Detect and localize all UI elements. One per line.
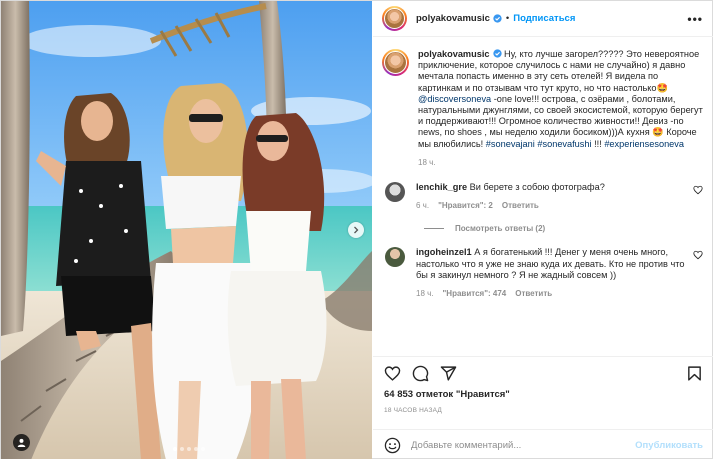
carousel-dot <box>187 447 191 451</box>
photo-image <box>1 1 372 459</box>
replies-divider <box>424 228 444 230</box>
heart-icon[interactable] <box>384 365 401 382</box>
comment-body: ingoheinzel1 А я богатенький !!! Денег у… <box>416 247 685 299</box>
likes-count[interactable]: 64 853 отметок "Нравится" <box>384 389 510 400</box>
reply-button[interactable]: Ответить <box>502 200 539 211</box>
post-header: polyakovamusic • Подписаться ••• <box>373 1 713 37</box>
publish-button[interactable]: Опубликовать <box>635 440 703 451</box>
comment-time[interactable]: 6 ч. <box>416 200 429 211</box>
comment-meta: 18 ч. "Нравится": 474 Ответить <box>416 288 685 299</box>
caption-mention-link[interactable]: @discoversoneva <box>418 94 491 104</box>
post-photo[interactable] <box>1 1 372 459</box>
avatar[interactable] <box>385 182 405 203</box>
verified-badge-icon <box>492 49 502 58</box>
add-comment-form: Опубликовать <box>373 429 713 459</box>
caption-avatar[interactable] <box>382 49 409 76</box>
comment-username[interactable]: lenchik_gre <box>416 182 467 192</box>
comment-text: Ви берете з собою фотографа? <box>467 182 605 193</box>
carousel-indicator <box>173 447 205 451</box>
emoji-icon[interactable] <box>384 437 401 454</box>
comment-time[interactable]: 18 ч. <box>416 288 434 299</box>
header-separator: • <box>505 13 510 24</box>
caption: polyakovamusic Ну, кто лучше загорел????… <box>382 49 703 168</box>
carousel-dot <box>180 447 184 451</box>
comment-input[interactable] <box>411 439 636 451</box>
verified-badge-icon <box>493 14 502 23</box>
more-options-icon[interactable]: ••• <box>687 12 703 26</box>
post-actions-bar <box>373 356 713 384</box>
avatar[interactable] <box>382 6 407 31</box>
chevron-right-icon <box>354 226 359 234</box>
hashtag-link[interactable]: #sonevafushi <box>537 139 591 149</box>
comments-list[interactable]: polyakovamusic Ну, кто лучше загорел????… <box>373 37 713 357</box>
post-side-panel: polyakovamusic • Подписаться ••• polyako… <box>373 1 713 459</box>
comment-body: lenchik_gre Ви берете з собою фотографа?… <box>416 182 685 211</box>
follow-button[interactable]: Подписаться <box>513 13 575 24</box>
next-photo-button[interactable] <box>348 222 364 238</box>
caption-time[interactable]: 18 ч. <box>418 157 703 168</box>
view-replies-label: Посмотреть ответы (2) <box>455 224 546 234</box>
view-replies-button[interactable]: Посмотреть ответы (2) <box>424 224 703 233</box>
carousel-dot <box>201 447 205 451</box>
instagram-post-dialog: polyakovamusic • Подписаться ••• polyako… <box>0 0 713 459</box>
post-timestamp[interactable]: 18 ЧАСОВ НАЗАД <box>384 407 442 414</box>
user-tag-icon <box>17 438 26 447</box>
comment-icon[interactable] <box>412 365 429 382</box>
comment-meta: 6 ч. "Нравится": 2 Ответить <box>416 200 685 211</box>
author-username[interactable]: polyakovamusic <box>416 13 490 24</box>
caption-body: polyakovamusic Ну, кто лучше загорел????… <box>418 49 703 168</box>
caption-username[interactable]: polyakovamusic <box>418 49 490 59</box>
comment-likes[interactable]: "Нравится": 474 <box>443 288 507 299</box>
reply-button[interactable]: Ответить <box>515 288 552 299</box>
bookmark-icon[interactable] <box>686 365 703 382</box>
carousel-dot <box>194 447 198 451</box>
carousel-dot-active <box>173 447 177 451</box>
comment-item: lenchik_gre Ви берете з собою фотографа?… <box>382 182 703 211</box>
hashtag-link[interactable]: #sonevajani <box>486 139 535 149</box>
tagged-users-button[interactable] <box>13 434 30 451</box>
heart-icon[interactable] <box>693 185 703 195</box>
caption-text: !!! <box>591 138 605 149</box>
heart-icon[interactable] <box>693 250 703 260</box>
share-icon[interactable] <box>440 365 457 382</box>
comment-likes[interactable]: "Нравится": 2 <box>438 200 493 211</box>
comment-item: ingoheinzel1 А я богатенький !!! Денег у… <box>382 247 703 299</box>
hashtag-link[interactable]: #experiensesoneva <box>604 139 684 149</box>
comment-username[interactable]: ingoheinzel1 <box>416 247 472 257</box>
avatar[interactable] <box>385 247 405 268</box>
